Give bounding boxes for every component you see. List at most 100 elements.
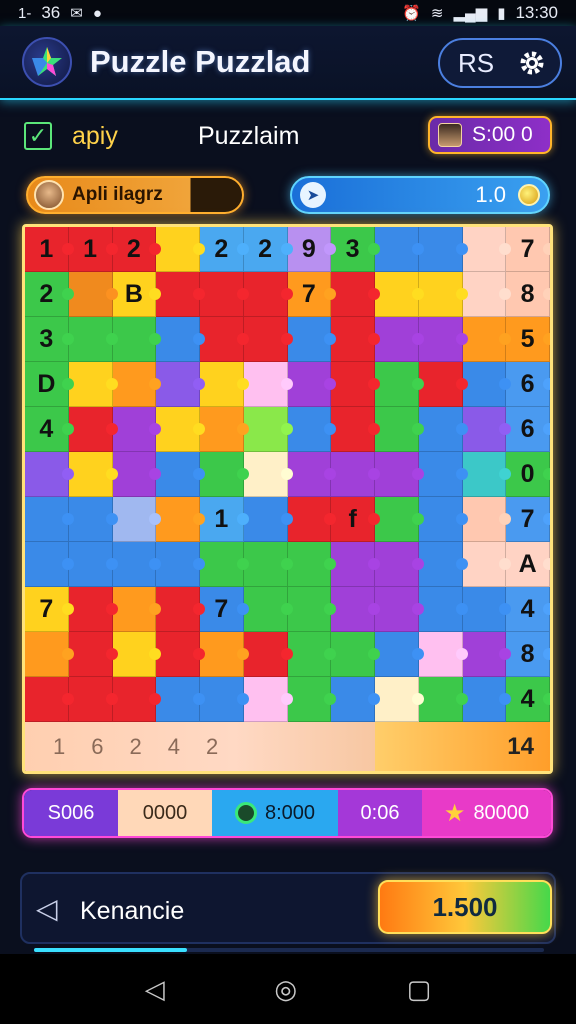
puzzle-piece[interactable]: 4 xyxy=(25,407,69,452)
profile-settings-pill[interactable]: RS xyxy=(438,38,562,88)
puzzle-piece[interactable] xyxy=(462,677,507,722)
puzzle-piece[interactable] xyxy=(200,272,244,317)
puzzle-piece[interactable] xyxy=(287,497,332,542)
puzzle-piece[interactable] xyxy=(287,632,332,677)
puzzle-piece[interactable] xyxy=(243,407,288,452)
puzzle-piece[interactable]: B xyxy=(112,272,157,317)
puzzle-piece[interactable] xyxy=(156,452,200,497)
puzzle-piece[interactable] xyxy=(68,272,113,317)
puzzle-piece[interactable] xyxy=(418,542,463,587)
nav-recents-icon[interactable]: ▢ xyxy=(407,974,432,1005)
puzzle-piece[interactable] xyxy=(331,407,375,452)
puzzle-piece[interactable]: 0 xyxy=(506,452,550,497)
back-triangle-icon[interactable]: ◁ xyxy=(36,894,64,924)
puzzle-piece[interactable] xyxy=(287,677,332,722)
puzzle-piece[interactable]: 1 xyxy=(68,227,113,272)
puzzle-piece[interactable]: 4 xyxy=(506,677,550,722)
puzzle-piece[interactable] xyxy=(156,317,200,362)
puzzle-piece[interactable] xyxy=(156,407,200,452)
puzzle-piece[interactable] xyxy=(418,317,463,362)
puzzle-piece[interactable] xyxy=(243,587,288,632)
puzzle-piece[interactable]: 7 xyxy=(25,587,69,632)
puzzle-piece[interactable] xyxy=(418,587,463,632)
puzzle-piece[interactable] xyxy=(331,542,375,587)
puzzle-piece[interactable] xyxy=(375,227,419,272)
puzzle-piece[interactable] xyxy=(418,497,463,542)
gear-icon[interactable] xyxy=(518,49,546,77)
puzzle-piece[interactable] xyxy=(243,272,288,317)
puzzle-piece[interactable] xyxy=(287,362,332,407)
puzzle-piece[interactable]: 3 xyxy=(25,317,69,362)
nav-home-icon[interactable]: ◎ xyxy=(274,974,297,1005)
puzzle-piece[interactable] xyxy=(418,272,463,317)
puzzle-piece[interactable] xyxy=(156,362,200,407)
puzzle-piece[interactable]: 8 xyxy=(506,272,550,317)
puzzle-piece[interactable] xyxy=(25,452,69,497)
puzzle-piece[interactable] xyxy=(418,677,463,722)
puzzle-piece[interactable]: 3 xyxy=(331,227,375,272)
puzzle-piece[interactable] xyxy=(156,497,200,542)
puzzle-piece[interactable] xyxy=(68,677,113,722)
puzzle-piece[interactable] xyxy=(287,542,332,587)
puzzle-piece[interactable] xyxy=(375,542,419,587)
puzzle-piece[interactable]: f xyxy=(331,497,375,542)
puzzle-piece[interactable] xyxy=(375,272,419,317)
puzzle-piece[interactable]: 2 xyxy=(243,227,288,272)
puzzle-piece[interactable] xyxy=(462,317,507,362)
app-logo-icon[interactable] xyxy=(22,37,72,87)
puzzle-piece[interactable] xyxy=(200,317,244,362)
puzzle-piece[interactable] xyxy=(287,317,332,362)
puzzle-piece[interactable] xyxy=(112,362,157,407)
action-button[interactable]: 1.500 xyxy=(378,880,552,934)
puzzle-piece[interactable]: 7 xyxy=(506,497,550,542)
puzzle-piece[interactable] xyxy=(375,497,419,542)
puzzle-piece[interactable] xyxy=(112,632,157,677)
puzzle-piece[interactable] xyxy=(156,227,200,272)
puzzle-piece[interactable] xyxy=(156,587,200,632)
puzzle-piece[interactable] xyxy=(462,632,507,677)
puzzle-piece[interactable] xyxy=(243,677,288,722)
puzzle-piece[interactable] xyxy=(462,362,507,407)
user-initials[interactable]: RS xyxy=(458,48,494,79)
puzzle-piece[interactable] xyxy=(287,407,332,452)
puzzle-piece[interactable] xyxy=(156,632,200,677)
puzzle-piece[interactable] xyxy=(68,542,113,587)
puzzle-piece[interactable]: 2 xyxy=(25,272,69,317)
puzzle-piece[interactable]: 7 xyxy=(506,227,550,272)
puzzle-piece[interactable] xyxy=(68,497,113,542)
puzzle-piece[interactable] xyxy=(112,587,157,632)
puzzle-piece[interactable] xyxy=(331,272,375,317)
puzzle-piece[interactable] xyxy=(243,542,288,587)
puzzle-piece[interactable] xyxy=(112,677,157,722)
puzzle-piece[interactable] xyxy=(25,542,69,587)
puzzle-piece[interactable] xyxy=(331,452,375,497)
player-pill[interactable]: Apli ilagrz xyxy=(26,176,244,214)
puzzle-piece[interactable] xyxy=(462,587,507,632)
puzzle-piece[interactable] xyxy=(25,632,69,677)
puzzle-piece[interactable] xyxy=(375,407,419,452)
puzzle-piece[interactable] xyxy=(200,407,244,452)
puzzle-piece[interactable] xyxy=(68,452,113,497)
puzzle-piece[interactable] xyxy=(287,452,332,497)
puzzle-piece[interactable] xyxy=(331,677,375,722)
puzzle-piece[interactable] xyxy=(112,497,157,542)
puzzle-piece[interactable] xyxy=(462,407,507,452)
puzzle-piece[interactable] xyxy=(112,452,157,497)
puzzle-piece[interactable] xyxy=(418,227,463,272)
puzzle-piece[interactable] xyxy=(243,632,288,677)
puzzle-piece[interactable] xyxy=(68,632,113,677)
puzzle-piece[interactable] xyxy=(25,497,69,542)
level-pill[interactable]: ➤ 1.0 xyxy=(290,176,550,214)
puzzle-piece[interactable] xyxy=(375,677,419,722)
puzzle-piece[interactable] xyxy=(331,587,375,632)
puzzle-piece[interactable] xyxy=(243,497,288,542)
puzzle-piece[interactable]: 5 xyxy=(506,317,550,362)
puzzle-piece[interactable] xyxy=(68,587,113,632)
puzzle-piece[interactable]: 7 xyxy=(200,587,244,632)
puzzle-piece[interactable] xyxy=(200,452,244,497)
puzzle-piece[interactable] xyxy=(375,317,419,362)
puzzle-piece[interactable] xyxy=(462,227,507,272)
puzzle-piece[interactable] xyxy=(375,452,419,497)
puzzle-piece[interactable]: 9 xyxy=(287,227,332,272)
puzzle-piece[interactable] xyxy=(243,317,288,362)
